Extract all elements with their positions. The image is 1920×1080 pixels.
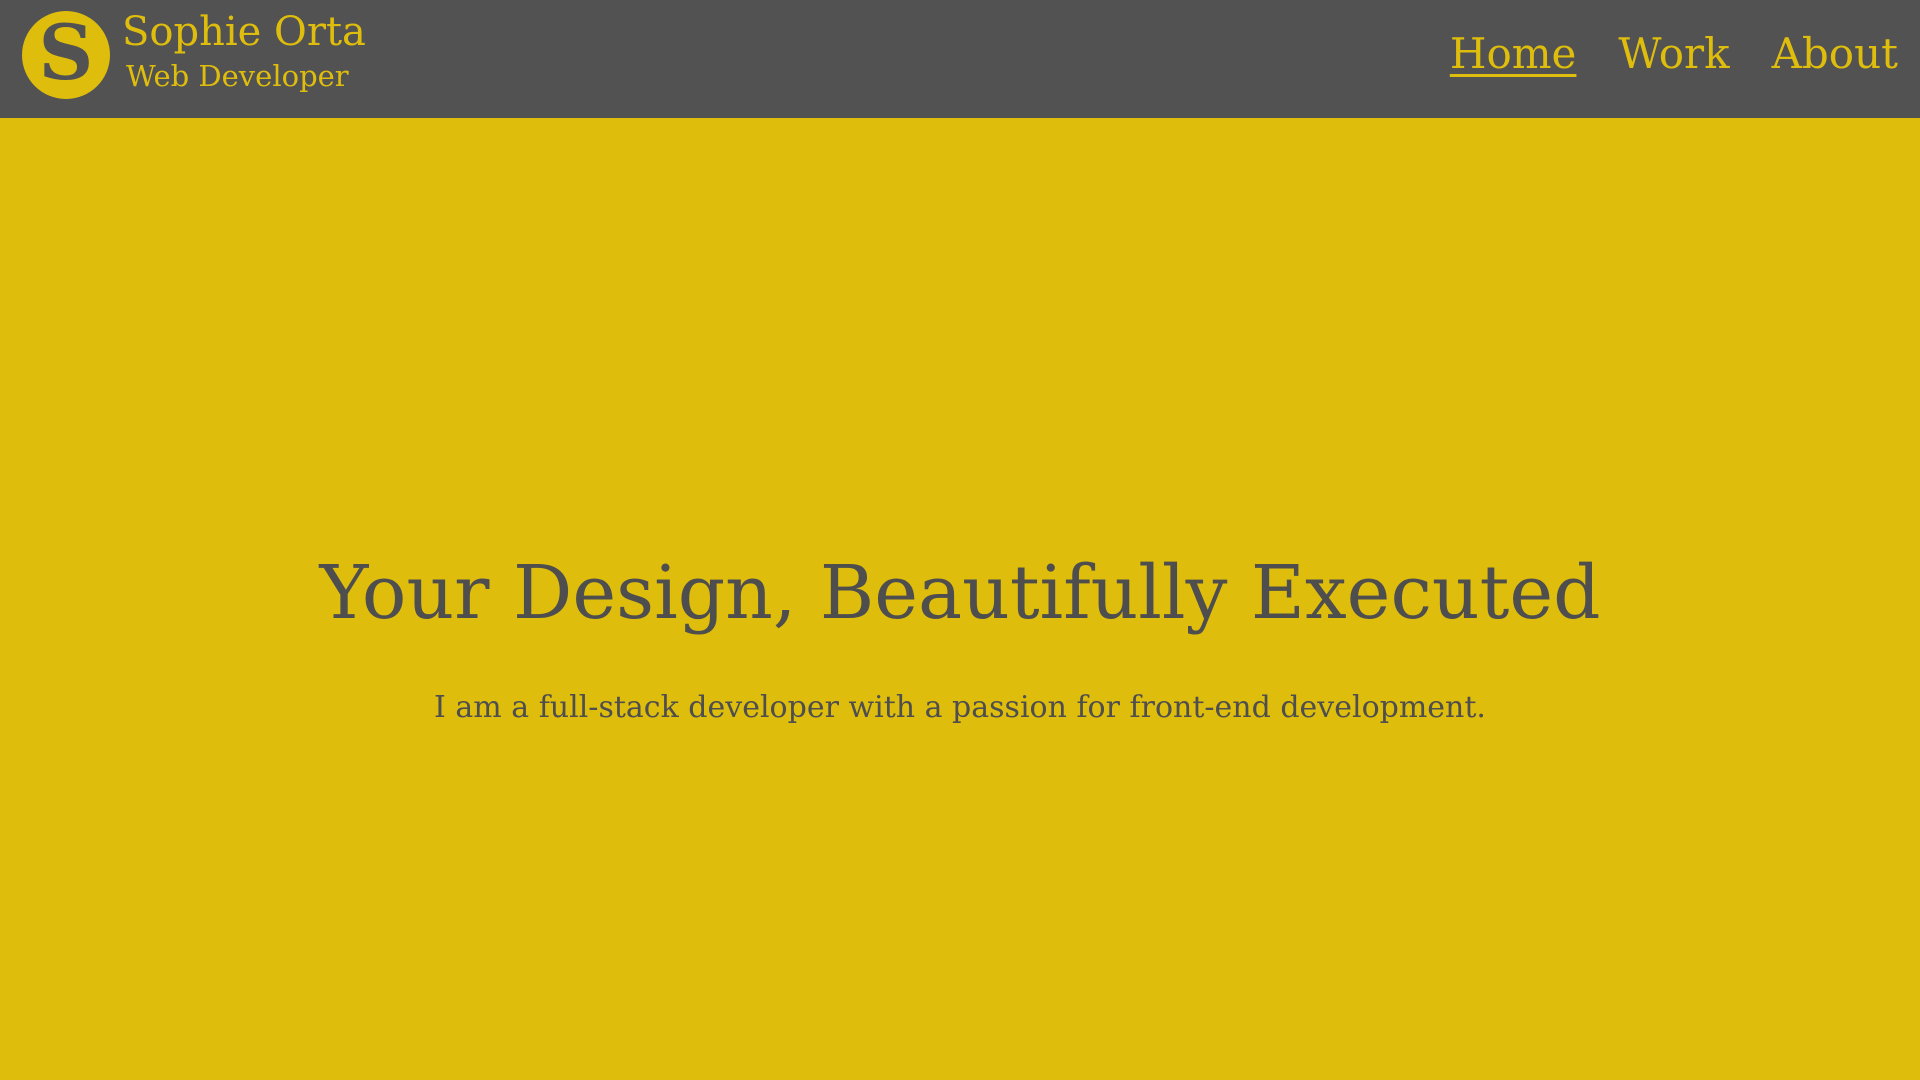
logo-letter: S (38, 8, 94, 97)
hero-title: Your Design, Beautifully Executed (319, 550, 1601, 636)
brand-name: Sophie Orta (122, 9, 366, 55)
nav-link-work[interactable]: Work (1618, 28, 1729, 80)
hero-subtitle: I am a full-stack developer with a passi… (434, 690, 1486, 725)
hero-section: Your Design, Beautifully Executed I am a… (0, 118, 1920, 1080)
main-nav: Home Work About (1450, 28, 1898, 80)
nav-link-about[interactable]: About (1772, 28, 1898, 80)
nav-link-home[interactable]: Home (1450, 28, 1577, 80)
brand-tagline: Web Developer (126, 59, 349, 93)
brand: Sophie Orta Web Developer (122, 6, 366, 94)
site-header: S Sophie Orta Web Developer Home Work Ab… (0, 0, 1920, 118)
logo[interactable]: S (22, 11, 110, 99)
